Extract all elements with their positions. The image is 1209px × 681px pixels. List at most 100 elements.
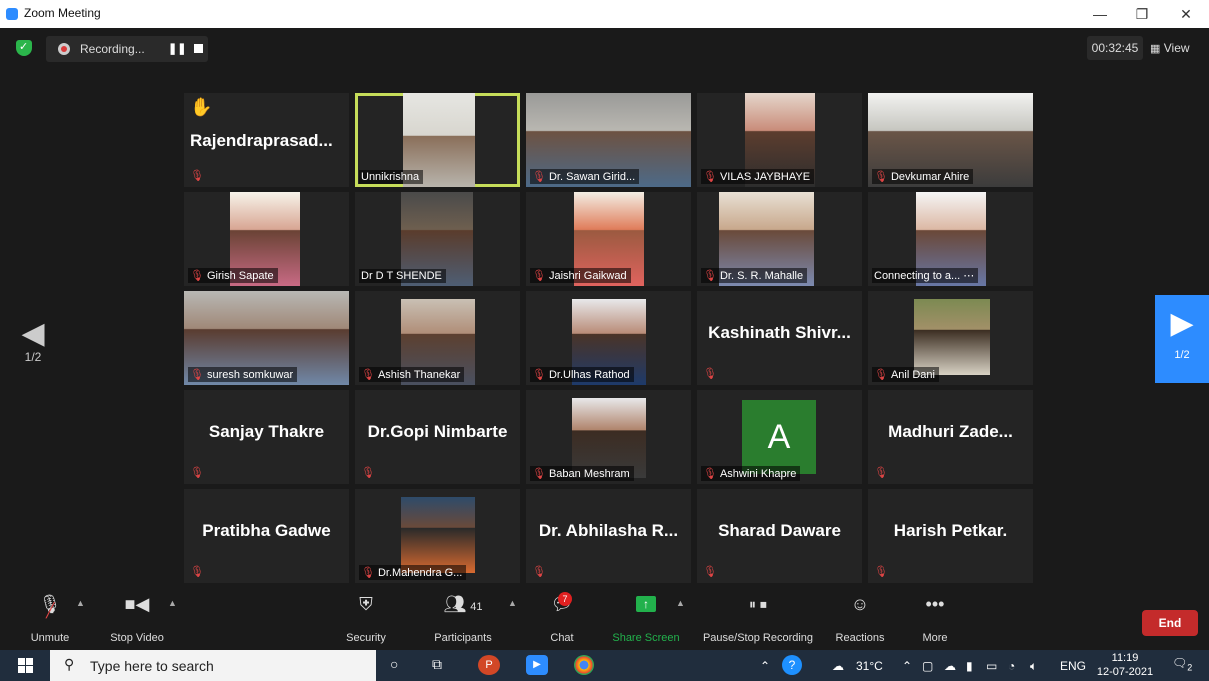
participant-name-label: 🎙︎ Devkumar Ahire [872,169,974,184]
clock-time: 11:19 [1111,652,1139,664]
minimize-button[interactable]: — [1088,4,1112,24]
participant-name-label: Unnikrishna [359,170,424,184]
windows-start-icon[interactable] [18,658,33,673]
muted-mic-icon: 🎙︎ [874,566,888,578]
taskbar-search-box[interactable]: ⚲ Type here to search [50,650,376,681]
participant-name: Dr.Ulhas Rathod [548,369,630,381]
chevron-left-icon: ◀ [21,317,45,350]
right-page-indicator: 1/2 [1174,349,1190,361]
pause-stop-recording-button[interactable]: ⏸ ⏹ Pause/Stop Recording [698,588,818,650]
muted-mic-icon: 🎙︎ [532,566,546,578]
participant-tile[interactable]: Sanjay Thakre 🎙︎ [184,390,349,484]
tray-scroll-icon[interactable]: ⌃ [760,659,770,673]
participant-tile[interactable]: Pratibha Gadwe 🎙︎ [184,489,349,583]
recording-dot-icon [58,43,70,55]
share-options-caret[interactable]: ▲ [676,588,688,650]
weather-cloud-icon: ☁ [832,659,844,673]
participant-tile[interactable]: Dr.Gopi Nimbarte 🎙︎ [355,390,520,484]
participant-tile[interactable]: Dr D T SHENDE [355,192,520,286]
usb-icon[interactable]: ▮ [966,659,973,673]
temperature-text[interactable]: 31°C [856,659,883,673]
gallery-stage: ◀ 1/2 ▶ 1/2 ✋ Rajendraprasad... 🎙︎ Unnikris… [0,68,1209,588]
participant-tile[interactable]: 🎙︎ VILAS JAYBHAYE [697,93,862,187]
participants-button[interactable]: 👥︎ 41 Participants [430,588,496,650]
caret-up-icon: ▲ [508,598,517,608]
participant-avatar: A [742,400,816,474]
restore-button[interactable]: ❐ [1130,4,1154,24]
help-icon[interactable]: ? [782,655,802,675]
security-button[interactable]: ⛨ Security [340,588,392,650]
participant-name-label: 🎙︎ Ashish Thanekar [359,367,465,382]
participant-tile[interactable]: ✋ Rajendraprasad... 🎙︎ [184,93,349,187]
participant-name: Pratibha Gadwe [202,521,331,540]
muted-mic-icon: 🎙︎ [874,467,888,479]
participant-tile[interactable]: 🎙︎ Baban Meshram [526,390,691,484]
windows-taskbar: ⚲ Type here to search ○ ⧉ P ▶ ⌃ ? ☁ 31°C… [0,650,1209,681]
encryption-shield-icon[interactable] [16,40,32,56]
language-indicator[interactable]: ENG [1060,659,1086,673]
participant-tile[interactable]: Sharad Daware 🎙︎ [697,489,862,583]
show-hidden-icons-icon[interactable]: ⌃ [902,659,912,673]
view-label: View [1163,41,1190,55]
participant-tile[interactable]: 🎙︎ Girish Sapate [184,192,349,286]
participant-name-label: 🎙︎ Ashwini Khapre [701,466,801,481]
participant-tile[interactable]: Madhuri Zade... 🎙︎ [868,390,1033,484]
battery-icon[interactable]: ▭ [986,659,997,673]
unmute-button[interactable]: 🎙︎ ╱ Unmute [22,588,78,650]
close-button[interactable]: ✕ [1174,4,1198,24]
participant-tile[interactable]: 🎙︎ Jaishri Gaikwad [526,192,691,286]
participant-name-label: 🎙︎ VILAS JAYBHAYE [701,169,815,184]
participant-tile[interactable]: Harish Petkar. 🎙︎ [868,489,1033,583]
audio-options-caret[interactable]: ▲ [76,588,88,650]
unmute-label: Unmute [30,632,70,644]
onedrive-cloud-icon[interactable]: ☁ [944,659,956,673]
participant-name: VILAS JAYBHAYE [719,171,811,183]
more-button[interactable]: ••• More [914,588,956,650]
chat-button[interactable]: 💬︎ 7 Chat [540,588,584,650]
stop-recording-icon[interactable] [194,44,203,53]
next-page-button[interactable]: ▶ 1/2 [1155,295,1209,383]
cortana-icon[interactable]: ○ [390,656,398,672]
video-options-caret[interactable]: ▲ [168,588,180,650]
participant-tile[interactable]: 🎙︎ Anil Dani [868,291,1033,385]
participant-tile[interactable]: 🎙︎ Dr. Sawan Girid... [526,93,691,187]
participant-tile[interactable]: 🎙︎ Dr.Mahendra G... [355,489,520,583]
participant-tile[interactable]: Connecting to a... ⋯ [868,192,1033,286]
view-button[interactable]: ▦ View [1150,36,1204,60]
previous-page-button[interactable]: ◀ 1/2 [18,317,48,365]
volume-icon[interactable]: 🔈︎ [1030,659,1037,674]
taskbar-clock[interactable]: 11:19 12-07-2021 [1094,651,1156,679]
participant-name: Dr. Abhilasha R... [538,521,679,540]
participant-tile[interactable]: Unnikrishna [355,93,520,187]
more-label: More [922,632,948,644]
muted-mic-icon: 🎙︎ [703,270,717,282]
task-view-icon[interactable]: ⧉ [432,656,442,673]
participants-options-caret[interactable]: ▲ [508,588,520,650]
muted-mic-icon: 🎙︎ [703,566,717,578]
participant-name: Dr.Gopi Nimbarte [367,422,508,441]
zoom-app-taskbar-icon[interactable]: ▶ [526,655,548,675]
pause-recording-icon[interactable]: ❚❚ [168,42,186,55]
participant-tile[interactable]: 🎙︎ Devkumar Ahire [868,93,1033,187]
share-screen-button[interactable]: ↑ Share Screen [610,588,682,650]
participant-tile[interactable]: 🎙︎ Dr. S. R. Mahalle [697,192,862,286]
reactions-button[interactable]: ☺ Reactions [832,588,888,650]
muted-mic-icon: 🎙︎ [703,368,717,380]
participant-tile[interactable]: Kashinath Shivr... 🎙︎ [697,291,862,385]
app-tray-icon[interactable]: ▢ [922,659,933,673]
participant-tile[interactable]: 🎙︎ Ashish Thanekar [355,291,520,385]
wifi-icon[interactable]: ◔ [1008,659,1015,673]
participant-tile[interactable]: 🎙︎ Dr.Ulhas Rathod [526,291,691,385]
participant-tile[interactable]: Dr. Abhilasha R... 🎙︎ [526,489,691,583]
chrome-app-icon[interactable] [574,655,594,675]
end-meeting-button[interactable]: End [1142,610,1198,636]
stop-video-button[interactable]: ■◀ Stop Video [102,588,172,650]
participant-name-label: 🎙︎ Girish Sapate [188,268,278,283]
powerpoint-app-icon[interactable]: P [478,655,500,675]
participant-name-label: 🎙︎ Jaishri Gaikwad [530,268,631,283]
participant-tile[interactable]: 🎙︎ suresh somkuwar [184,291,349,385]
notifications-icon[interactable]: 🗨︎2 [1172,656,1192,672]
recording-indicator: Recording... ❚❚ [46,36,208,62]
participant-name-label: 🎙︎ Dr.Ulhas Rathod [530,367,634,382]
participant-tile[interactable]: A 🎙︎ Ashwini Khapre [697,390,862,484]
